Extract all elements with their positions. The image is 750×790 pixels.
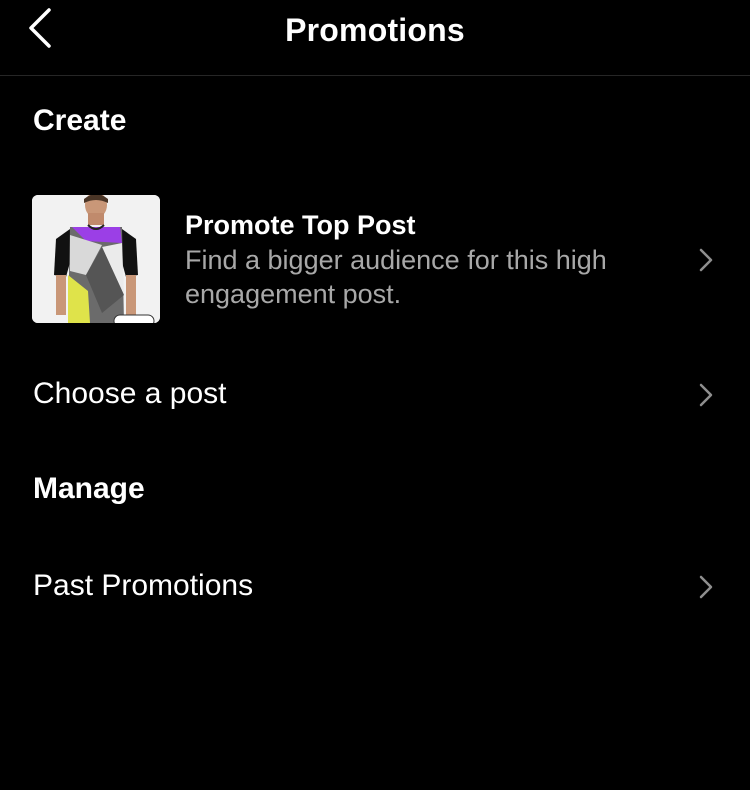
choose-a-post-row[interactable]: Choose a post <box>0 360 750 430</box>
create-section-heading: Create <box>33 104 127 137</box>
past-promotions-row[interactable]: Past Promotions <box>0 552 750 622</box>
promote-top-post-description: Find a bigger audience for this high eng… <box>185 245 607 309</box>
page-title: Promotions <box>285 12 465 48</box>
tshirt-post-image <box>32 195 160 323</box>
manage-section-heading: Manage <box>33 472 145 505</box>
choose-a-post-label: Choose a post <box>33 377 227 410</box>
top-post-thumbnail[interactable] <box>32 195 160 323</box>
promote-top-post-title: Promote Top Post <box>185 210 416 240</box>
header-bar: Promotions <box>0 0 750 76</box>
chevron-right-icon <box>699 575 713 599</box>
chevron-right-icon <box>699 248 713 272</box>
past-promotions-label: Past Promotions <box>33 569 254 602</box>
chevron-right-icon <box>699 383 713 407</box>
